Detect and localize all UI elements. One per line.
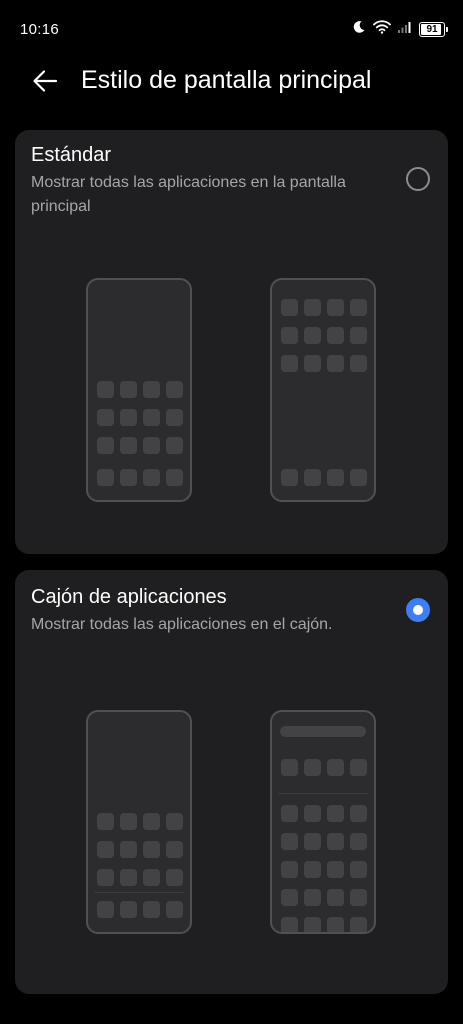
battery-icon: 91 bbox=[419, 21, 448, 37]
status-time: 10:16 bbox=[20, 21, 60, 38]
signal-icon bbox=[398, 20, 412, 38]
moon-icon bbox=[352, 20, 366, 39]
option-standard-description: Mostrar todas las aplicaciones en la pan… bbox=[31, 174, 346, 215]
standard-preview-home bbox=[86, 278, 192, 502]
status-bar: 10:16 91 bbox=[0, 0, 463, 58]
option-drawer-radio[interactable] bbox=[406, 598, 430, 622]
option-drawer-description: Mostrar todas las aplicaciones en el caj… bbox=[31, 616, 333, 633]
option-standard-radio[interactable] bbox=[406, 167, 430, 191]
option-drawer-title: Cajón de aplicaciones bbox=[31, 586, 227, 608]
standard-preview-page bbox=[270, 278, 376, 502]
page-title: Estilo de pantalla principal bbox=[81, 66, 372, 94]
wifi-icon bbox=[373, 19, 391, 39]
option-standard-title: Estándar bbox=[31, 144, 112, 166]
battery-level: 91 bbox=[426, 23, 438, 35]
option-drawer-card[interactable]: Cajón de aplicaciones Mostrar todas las … bbox=[15, 570, 448, 994]
option-standard-card[interactable]: Estándar Mostrar todas las aplicaciones … bbox=[15, 130, 448, 554]
header: Estilo de pantalla principal bbox=[0, 58, 463, 102]
status-icons: 91 bbox=[352, 19, 448, 39]
back-button[interactable] bbox=[28, 64, 62, 98]
drawer-preview-home bbox=[86, 710, 192, 934]
drawer-preview-drawer bbox=[270, 710, 376, 934]
arrow-left-icon bbox=[33, 70, 58, 92]
